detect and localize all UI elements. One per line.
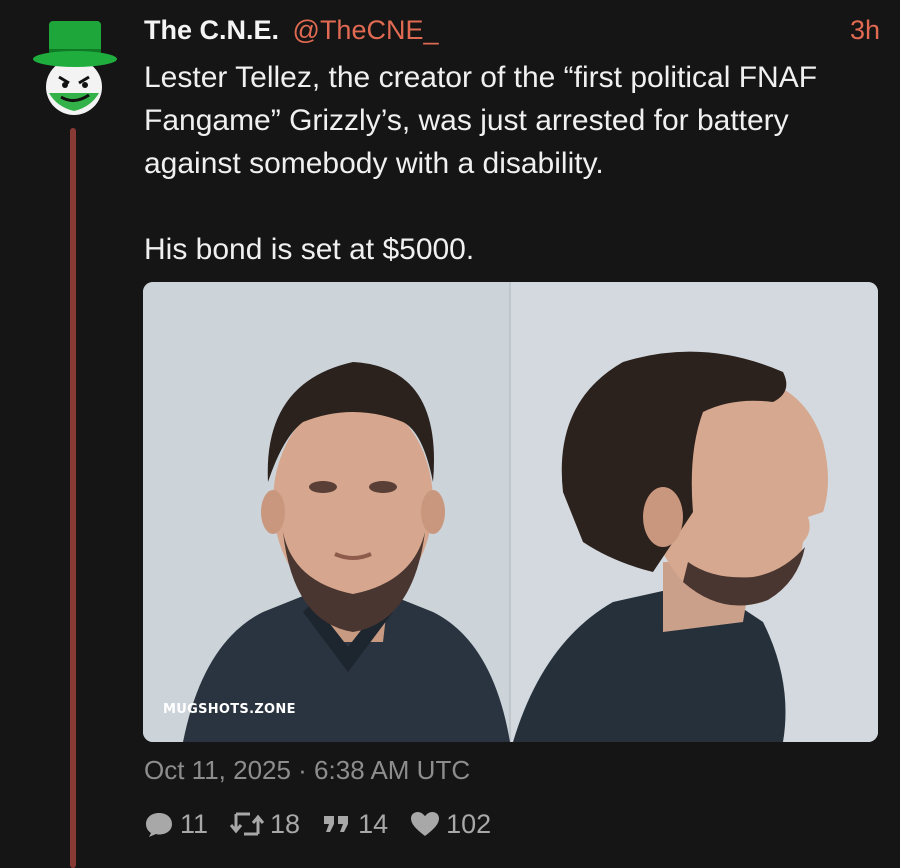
like-button[interactable]: 102: [410, 809, 491, 840]
quote-icon: [324, 816, 349, 832]
reply-icon: [146, 813, 172, 837]
post-text-paragraph: Lester Tellez, the creator of the “first…: [144, 61, 818, 180]
reply-count: 11: [180, 808, 209, 839]
quote-count: 14: [358, 808, 389, 839]
reply-button[interactable]: 11: [144, 809, 208, 840]
repost-count: 18: [270, 808, 301, 839]
media-watermark: MUGSHOTS.ZONE: [163, 702, 296, 717]
time-ago[interactable]: 3h: [850, 12, 880, 48]
avatar[interactable]: [27, 15, 123, 119]
post-text: Lester Tellez, the creator of the “first…: [144, 56, 874, 271]
post-text-paragraph: His bond is set at $5000.: [144, 233, 475, 266]
thread-line: [70, 128, 76, 868]
user-handle[interactable]: @TheCNE_: [293, 15, 439, 45]
mugshot-photo: [143, 282, 878, 742]
post-timestamp[interactable]: Oct 11, 2025 · 6:38 AM UTC: [144, 752, 470, 788]
post-stats: 11 18 14 102: [144, 804, 513, 844]
repost-button[interactable]: 18: [230, 809, 300, 840]
post-header: The C.N.E. @TheCNE_ 3h: [144, 12, 880, 48]
quote-button[interactable]: 14: [322, 809, 388, 840]
repost-icon: [230, 812, 265, 836]
post-media-image[interactable]: MUGSHOTS.ZONE: [143, 282, 878, 742]
like-count: 102: [446, 808, 492, 839]
display-name[interactable]: The C.N.E.: [144, 15, 279, 45]
heart-icon: [411, 812, 440, 836]
